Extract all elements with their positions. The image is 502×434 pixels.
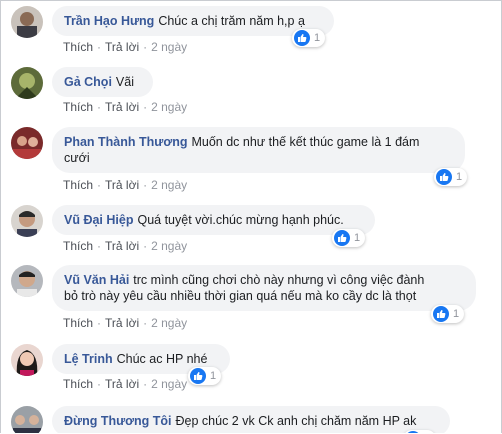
comment-time[interactable]: 2 ngày (151, 239, 187, 253)
separator-dot: · (143, 316, 148, 330)
reaction-number: 1 (456, 171, 463, 183)
like-link[interactable]: Thích (63, 316, 93, 330)
comment-text: Vãi (115, 75, 134, 89)
comment-author[interactable]: Gả Chọi (64, 75, 112, 89)
like-link[interactable]: Thích (63, 100, 93, 114)
reply-link[interactable]: Trả lời (105, 239, 139, 253)
reaction-number: 1 (210, 370, 217, 382)
reaction-number: 1 (314, 32, 321, 44)
avatar[interactable] (11, 127, 43, 159)
separator-dot: · (97, 316, 102, 330)
avatar[interactable] (11, 265, 43, 297)
comment-author[interactable]: Vũ Đại Hiệp (64, 213, 133, 227)
like-link[interactable]: Thích (63, 239, 93, 253)
comment-time[interactable]: 2 ngày (151, 316, 187, 330)
like-reaction-icon (436, 169, 452, 185)
comment-text-line2: bỏ trò này yêu cầu nhiều thời gian quá n… (64, 289, 417, 303)
reaction-count[interactable]: 1 (332, 229, 366, 247)
comment-text: Chúc a chị trăm năm h,p ạ (158, 14, 305, 28)
avatar[interactable] (11, 205, 43, 237)
reaction-number: 1 (453, 308, 460, 320)
comment-text-line1: Muốn dc như thế kết thúc game là 1 đám (191, 135, 420, 149)
reply-link[interactable]: Trả lời (105, 316, 139, 330)
comment-actions: Thích · Trả lời · 2 ngày (63, 239, 187, 253)
comment-author[interactable]: Phan Thành Thương (64, 135, 187, 149)
reaction-count[interactable]: 1 (403, 430, 437, 433)
comment-bubble: Gả Chọi Vãi (52, 67, 153, 97)
separator-dot: · (97, 239, 102, 253)
comment-time[interactable]: 2 ngày (151, 100, 187, 114)
comment-time[interactable]: 2 ngày (151, 377, 187, 391)
reaction-number: 1 (354, 232, 361, 244)
comment-bubble: Vũ Văn Hải trc mình cũng chơi chò này như… (52, 265, 476, 311)
comment-actions: Thích · Trả lời · 2 ngày (63, 100, 187, 114)
avatar[interactable] (11, 406, 43, 433)
like-link[interactable]: Thích (63, 377, 93, 391)
comment-text: Đẹp chúc 2 vk Ck anh chị chăm năm HP ak (175, 414, 417, 428)
comment-section: Trần Hạo Hưng Chúc a chị trăm năm h,p ạ 1… (0, 0, 502, 433)
avatar[interactable] (11, 67, 43, 99)
comment-text: Chúc ac HP nhé (116, 352, 208, 366)
comment-text-line2: cưới (64, 151, 90, 165)
like-reaction-icon (433, 306, 449, 322)
separator-dot: · (143, 239, 148, 253)
comment-author[interactable]: Lệ Trinh (64, 352, 113, 366)
reply-link[interactable]: Trả lời (105, 178, 139, 192)
reply-link[interactable]: Trả lời (105, 40, 139, 54)
separator-dot: · (143, 40, 148, 54)
comment-text: Quá tuyệt vời.chúc mừng hạnh phúc. (137, 213, 344, 227)
separator-dot: · (97, 100, 102, 114)
separator-dot: · (97, 377, 102, 391)
reaction-count[interactable]: 1 (434, 168, 468, 186)
separator-dot: · (97, 178, 102, 192)
like-link[interactable]: Thích (63, 40, 93, 54)
reaction-count[interactable]: 1 (188, 367, 222, 385)
separator-dot: · (143, 178, 148, 192)
like-reaction-icon (405, 431, 421, 433)
comment-bubble: Đừng Thương Tôi Đẹp chúc 2 vk Ck anh chị … (52, 406, 450, 433)
like-link[interactable]: Thích (63, 178, 93, 192)
comment-author[interactable]: Vũ Văn Hải (64, 273, 129, 287)
reaction-count[interactable]: 1 (292, 29, 326, 47)
comment-time[interactable]: 2 ngày (151, 178, 187, 192)
reaction-count[interactable]: 1 (431, 305, 465, 323)
separator-dot: · (143, 377, 148, 391)
like-reaction-icon (190, 368, 206, 384)
comment-actions: Thích · Trả lời · 2 ngày (63, 40, 187, 54)
reply-link[interactable]: Trả lời (105, 100, 139, 114)
comment-actions: Thích · Trả lời · 2 ngày (63, 316, 187, 330)
comment-time[interactable]: 2 ngày (151, 40, 187, 54)
reply-link[interactable]: Trả lời (105, 377, 139, 391)
like-reaction-icon (294, 30, 310, 46)
comment-author[interactable]: Trần Hạo Hưng (64, 14, 154, 28)
comment-bubble: Phan Thành Thương Muốn dc như thế kết thú… (52, 127, 465, 173)
separator-dot: · (143, 100, 148, 114)
avatar[interactable] (11, 6, 43, 38)
comment-bubble: Trần Hạo Hưng Chúc a chị trăm năm h,p ạ (52, 6, 334, 36)
comment-author[interactable]: Đừng Thương Tôi (64, 414, 172, 428)
separator-dot: · (97, 40, 102, 54)
comment-text-line1: trc mình cũng chơi chò này nhưng vì công… (133, 273, 425, 287)
like-reaction-icon (334, 230, 350, 246)
comment-bubble: Vũ Đại Hiệp Quá tuyệt vời.chúc mừng hạnh … (52, 205, 375, 235)
comment-actions: Thích · Trả lời · 2 ngày (63, 377, 187, 391)
avatar[interactable] (11, 344, 43, 376)
comment-actions: Thích · Trả lời · 2 ngày (63, 178, 187, 192)
